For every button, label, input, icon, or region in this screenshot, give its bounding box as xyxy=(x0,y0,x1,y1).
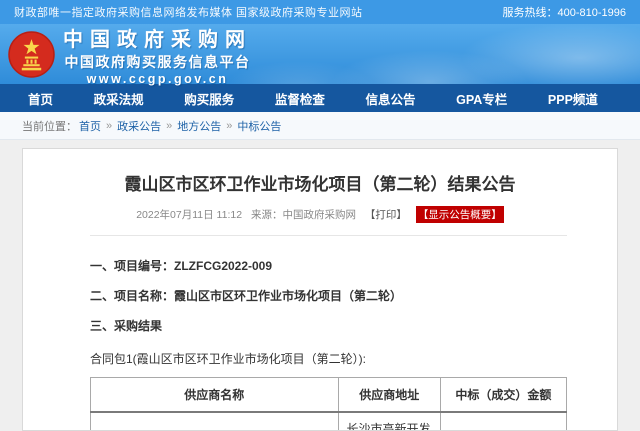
breadcrumb-procurement-notices[interactable]: 政采公告 xyxy=(117,118,161,134)
article-body: 一、项目编号：ZLZFCG2022-009 二、项目名称：霞山区市区环卫作业市场… xyxy=(23,236,617,431)
nav-item-laws[interactable]: 政采法规 xyxy=(94,89,144,108)
site-url: www.ccgp.gov.cn xyxy=(63,72,252,86)
col-header-supplier-name: 供应商名称 xyxy=(91,378,339,413)
col-header-supplier-address: 供应商地址 xyxy=(338,378,440,413)
hotline-label: 服务热线： xyxy=(502,7,557,19)
site-banner: 中国政府采购网 中国政府购买服务信息平台 www.ccgp.gov.cn xyxy=(0,24,640,84)
breadcrumb-award-notices[interactable]: 中标公告 xyxy=(237,118,281,134)
show-summary-button[interactable]: 【显示公告概要】 xyxy=(416,206,504,223)
source-label: 来源： xyxy=(251,209,283,221)
hotline-number: 400-810-1996 xyxy=(557,7,626,19)
breadcrumb-label: 当前位置： xyxy=(22,118,77,134)
contract-package-line: 合同包1(霞山区市区环卫作业市场化项目（第二轮）): xyxy=(90,350,567,367)
breadcrumb-local-notices[interactable]: 地方公告 xyxy=(177,118,221,134)
supplier-address-cell: 长沙市高新开发区林语路288号 xyxy=(338,412,440,431)
site-name: 中国政府采购网 xyxy=(63,23,252,52)
national-emblem-icon xyxy=(8,31,55,78)
supplier-name-cell: 长沙中联重科环境产业有限公司 xyxy=(91,412,339,431)
page-title: 霞山区市区环卫作业市场化项目（第二轮）结果公告 xyxy=(23,170,617,195)
announcement-panel: 霞山区市区环卫作业市场化项目（第二轮）结果公告 2022年07月11日 11:1… xyxy=(22,148,618,431)
breadcrumb-separator: » xyxy=(226,120,232,132)
result-table: 供应商名称 供应商地址 中标（成交）金额 长沙中联重科环境产业有限公司 长沙市高… xyxy=(90,377,567,431)
site-slogan: 财政部唯一指定政府采购信息网络发布媒体 国家级政府采购专业网站 xyxy=(14,4,363,20)
article-meta: 2022年07月11日 11:12 来源：中国政府采购网 【打印】 【显示公告概… xyxy=(23,206,617,223)
logo-text: 中国政府采购网 中国政府购买服务信息平台 www.ccgp.gov.cn xyxy=(63,23,252,86)
col-header-award-amount: 中标（成交）金额 xyxy=(440,378,566,413)
print-button[interactable]: 【打印】 xyxy=(365,209,407,221)
main-nav: 首页 政采法规 购买服务 监督检查 信息公告 GPA专栏 PPP频道 xyxy=(0,84,640,112)
table-header-row: 供应商名称 供应商地址 中标（成交）金额 xyxy=(91,378,567,413)
breadcrumb-separator: » xyxy=(106,120,112,132)
breadcrumb: 当前位置： 首页 » 政采公告 » 地方公告 » 中标公告 xyxy=(0,112,640,140)
publish-datetime: 2022年07月11日 11:12 xyxy=(136,209,242,221)
nav-item-supervision[interactable]: 监督检查 xyxy=(275,89,325,108)
nav-item-announcements[interactable]: 信息公告 xyxy=(366,89,416,108)
project-name-line: 二、项目名称：霞山区市区环卫作业市场化项目（第二轮） xyxy=(90,287,567,304)
procurement-result-line: 三、采购结果 xyxy=(90,317,567,334)
nav-item-ppp[interactable]: PPP频道 xyxy=(548,89,598,108)
breadcrumb-home[interactable]: 首页 xyxy=(79,118,101,134)
nav-item-services[interactable]: 购买服务 xyxy=(184,89,234,108)
award-amount-cell: 253,839,378.00元 xyxy=(440,412,566,431)
nav-item-home[interactable]: 首页 xyxy=(28,89,53,108)
top-utility-bar: 财政部唯一指定政府采购信息网络发布媒体 国家级政府采购专业网站 服务热线：400… xyxy=(0,0,640,24)
table-row: 长沙中联重科环境产业有限公司 长沙市高新开发区林语路288号 253,839,3… xyxy=(91,412,567,431)
service-hotline: 服务热线：400-810-1996 xyxy=(502,4,626,20)
site-logo[interactable]: 中国政府采购网 中国政府购买服务信息平台 www.ccgp.gov.cn xyxy=(0,23,252,86)
source-name: 中国政府采购网 xyxy=(282,209,356,221)
project-number-line: 一、项目编号：ZLZFCG2022-009 xyxy=(90,257,567,274)
site-subtitle: 中国政府购买服务信息平台 xyxy=(63,52,252,72)
main-area: 霞山区市区环卫作业市场化项目（第二轮）结果公告 2022年07月11日 11:1… xyxy=(0,148,640,431)
nav-item-gpa[interactable]: GPA专栏 xyxy=(456,89,507,108)
breadcrumb-separator: » xyxy=(166,120,172,132)
